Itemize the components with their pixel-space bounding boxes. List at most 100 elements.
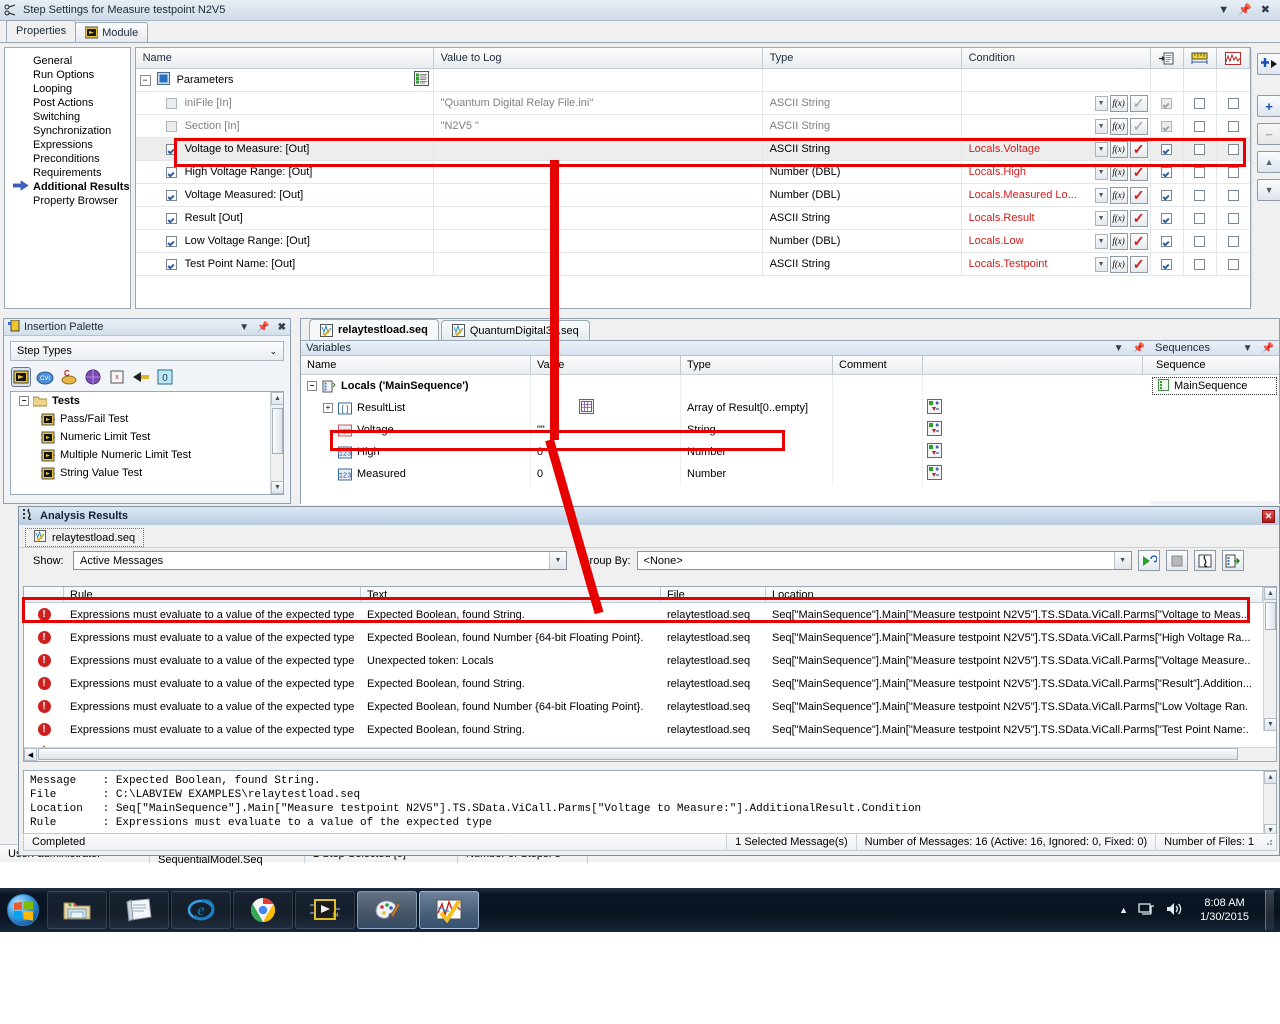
variable-comment[interactable] bbox=[833, 397, 923, 419]
table-row[interactable]: Test Point Name: [Out] ASCII String Locals… bbox=[135, 252, 1250, 276]
variable-properties-icon[interactable] bbox=[927, 421, 942, 439]
col-header-severity[interactable] bbox=[24, 587, 64, 602]
row-enable-checkbox[interactable] bbox=[165, 143, 177, 155]
chevron-down-icon[interactable]: ▼ bbox=[1218, 5, 1229, 16]
message-row[interactable]: ! Expressions must evaluate to a value of… bbox=[24, 649, 1276, 672]
col-header-location[interactable]: Location bbox=[766, 587, 1263, 602]
graph-checkbox[interactable] bbox=[1227, 120, 1239, 132]
sequence-call-icon[interactable]: x bbox=[108, 368, 126, 386]
row-enable-checkbox[interactable] bbox=[165, 235, 177, 247]
expression-browser-icon[interactable]: f(x) bbox=[1109, 140, 1128, 158]
graph-checkbox[interactable] bbox=[1227, 143, 1239, 155]
condition-cell[interactable]: Locals.High ▼ f(x) ✓ bbox=[962, 160, 1151, 184]
pin-icon[interactable]: 📌 bbox=[1238, 5, 1252, 16]
taskbar-file-explorer[interactable] bbox=[47, 891, 107, 929]
row-enable-checkbox[interactable] bbox=[165, 212, 177, 224]
expander-collapse-icon[interactable]: − bbox=[19, 396, 29, 406]
graph-checkbox[interactable] bbox=[1227, 166, 1239, 178]
chevron-down-icon[interactable]: ▼ bbox=[1094, 95, 1108, 111]
variable-comment[interactable] bbox=[833, 441, 923, 463]
tab-properties[interactable]: Properties bbox=[6, 20, 77, 42]
sidebar-item-additional-results[interactable]: Additional Results bbox=[5, 180, 130, 194]
value-to-log[interactable]: "N2V5 " bbox=[434, 114, 763, 138]
show-desktop-button[interactable] bbox=[1265, 890, 1274, 930]
sidebar-item-requirements[interactable]: Requirements bbox=[5, 166, 130, 180]
table-row[interactable]: Voltage to Measure: [Out] ASCII String Loc… bbox=[135, 137, 1250, 161]
taskbar-labview[interactable]: 14 bbox=[295, 891, 355, 929]
expander-collapse-icon[interactable]: − bbox=[139, 74, 151, 86]
variable-row[interactable]: ABC Voltage "" String bbox=[301, 419, 1150, 441]
chevron-down-icon[interactable]: ▼ bbox=[1094, 164, 1108, 180]
chevron-down-icon[interactable]: ▼ bbox=[1094, 118, 1108, 134]
expression-browser-icon[interactable]: f(x) bbox=[1109, 255, 1128, 273]
list-item-mainsequence[interactable]: MainSequence bbox=[1152, 377, 1277, 395]
message-row[interactable]: ! Expressions must evaluate to a value of… bbox=[24, 718, 1276, 741]
messages-vertical-scrollbar[interactable]: ▲ ▼ bbox=[1263, 587, 1276, 731]
variable-properties-icon[interactable] bbox=[927, 399, 942, 417]
variable-row[interactable]: − Locals ('MainSequence') bbox=[301, 375, 1150, 397]
step-types-tree[interactable]: − Tests Pass/Fail Test Numeric Limit Test Mu… bbox=[10, 391, 284, 495]
table-row[interactable]: Result [Out] ASCII String Locals.Result ▼ f(… bbox=[135, 206, 1250, 230]
variable-row[interactable]: 123 High 0 Number bbox=[301, 441, 1150, 463]
col-header-rule[interactable]: Rule bbox=[64, 587, 361, 602]
sidebar-item-expressions[interactable]: Expressions bbox=[5, 138, 130, 152]
chevron-down-icon[interactable]: ▼ bbox=[239, 322, 249, 333]
col-header-insert-result-icon[interactable] bbox=[1151, 48, 1184, 68]
expander-icon[interactable]: − bbox=[307, 381, 317, 391]
cvi-step-icon[interactable]: CVI bbox=[36, 368, 54, 386]
tree-item-tests[interactable]: − Tests bbox=[11, 392, 283, 410]
graph-checkbox[interactable] bbox=[1227, 97, 1239, 109]
message-row[interactable]: ! Expressions must evaluate to a value of… bbox=[24, 695, 1276, 718]
condition-enabled-toggle[interactable]: ✓ bbox=[1129, 163, 1148, 181]
graph-checkbox[interactable] bbox=[1227, 235, 1239, 247]
limits-checkbox[interactable] bbox=[1194, 189, 1206, 201]
export-report-button[interactable] bbox=[1221, 550, 1244, 571]
graph-checkbox[interactable] bbox=[1227, 258, 1239, 270]
group-by-select[interactable]: <None> ▼ bbox=[636, 551, 1132, 570]
condition-cell[interactable]: ▼ f(x) ✓ bbox=[962, 114, 1151, 138]
log-checkbox[interactable] bbox=[1161, 212, 1173, 224]
pin-icon[interactable]: 📌 bbox=[1133, 343, 1145, 354]
col-header-name[interactable]: Name bbox=[301, 356, 531, 374]
tree-item-multiple-numeric-limit-test[interactable]: Multiple Numeric Limit Test bbox=[11, 446, 283, 464]
scroll-up-arrow-icon[interactable]: ▲ bbox=[271, 392, 283, 405]
scroll-up-arrow-icon[interactable]: ▲ bbox=[1264, 587, 1276, 600]
log-checkbox[interactable] bbox=[1161, 235, 1173, 247]
network-icon[interactable] bbox=[1138, 901, 1156, 920]
variable-row[interactable]: + [ ] ResultList Array of Result[0..empty] bbox=[301, 397, 1150, 419]
limits-checkbox[interactable] bbox=[1194, 97, 1206, 109]
value-to-log[interactable] bbox=[434, 206, 763, 230]
limits-checkbox[interactable] bbox=[1194, 235, 1206, 247]
show-filter-select[interactable]: Active Messages ▼ bbox=[73, 551, 567, 570]
value-to-log[interactable] bbox=[434, 183, 763, 207]
chevron-down-icon[interactable]: ▼ bbox=[1113, 552, 1131, 569]
value-to-log[interactable] bbox=[434, 252, 763, 276]
add-result-with-arrow-button[interactable] bbox=[1257, 53, 1280, 75]
expression-browser-icon[interactable]: f(x) bbox=[1109, 163, 1128, 181]
chevron-down-icon[interactable]: ▼ bbox=[1094, 210, 1108, 226]
flow-control-icon[interactable] bbox=[132, 368, 150, 386]
add-button[interactable]: + bbox=[1257, 95, 1280, 117]
expression-browser-icon[interactable]: f(x) bbox=[1109, 232, 1128, 250]
scrollbar-thumb[interactable] bbox=[1265, 602, 1276, 630]
taskbar-internet-explorer[interactable]: e bbox=[171, 891, 231, 929]
table-row[interactable]: Voltage Measured: [Out] Number (DBL) Local… bbox=[135, 183, 1250, 207]
scroll-up-arrow-icon[interactable]: ▲ bbox=[1264, 771, 1276, 784]
condition-enabled-toggle[interactable]: ✓ bbox=[1129, 140, 1148, 158]
chevron-down-icon[interactable]: ▼ bbox=[1114, 343, 1124, 354]
condition-enabled-toggle[interactable]: ✓ bbox=[1129, 186, 1148, 204]
dotnet-step-icon[interactable] bbox=[84, 368, 102, 386]
variable-comment[interactable] bbox=[833, 463, 923, 485]
expander-icon[interactable]: + bbox=[323, 403, 333, 413]
variable-properties-icon[interactable] bbox=[927, 443, 942, 461]
tab-quantumdigital-seq[interactable]: QuantumDigital3d.seq bbox=[440, 320, 590, 340]
sidebar-item-switching[interactable]: Switching bbox=[5, 110, 130, 124]
chevron-down-icon[interactable]: ▼ bbox=[1243, 343, 1253, 354]
resize-grip-icon[interactable] bbox=[1262, 835, 1276, 849]
run-analysis-button[interactable] bbox=[1137, 550, 1160, 571]
row-enable-checkbox[interactable] bbox=[165, 97, 177, 109]
log-checkbox[interactable] bbox=[1161, 258, 1173, 270]
array-edit-icon[interactable] bbox=[579, 399, 594, 417]
stop-analysis-button[interactable] bbox=[1165, 550, 1188, 571]
log-checkbox[interactable] bbox=[1161, 143, 1173, 155]
